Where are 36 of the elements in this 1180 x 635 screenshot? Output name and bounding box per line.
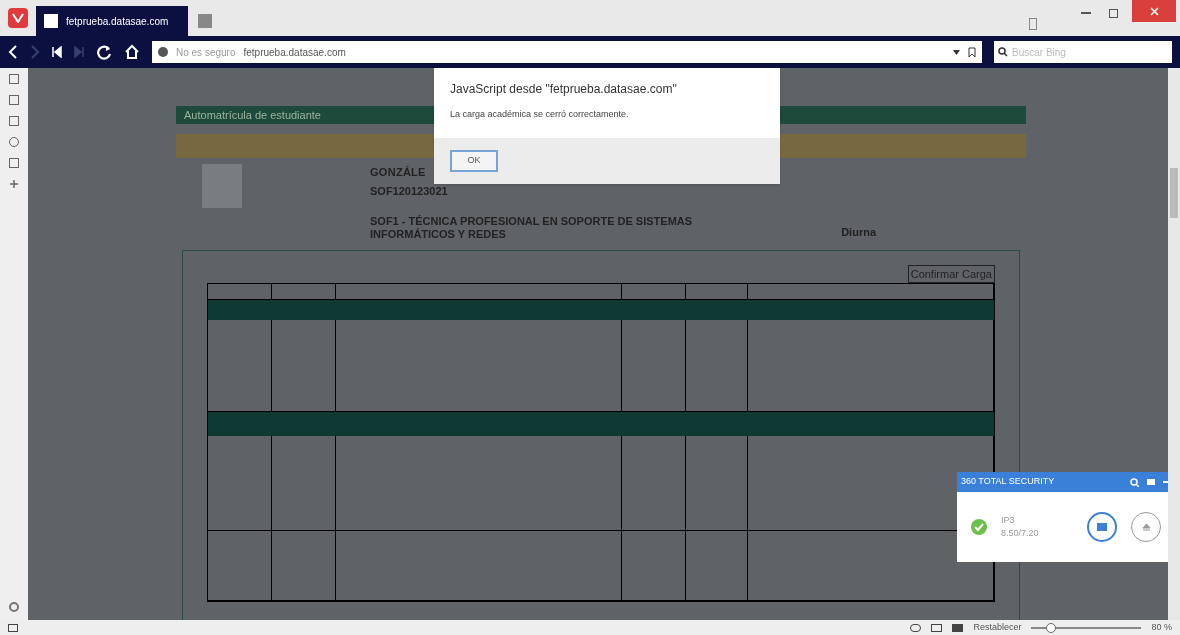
zoom-value: 80 % [1151,620,1172,634]
eject-icon [1141,523,1151,531]
widget-title: 360 TOTAL SECURITY [961,475,1056,489]
photo-placeholder [202,164,242,208]
add-panel-icon[interactable] [9,179,19,189]
item-label: IP3 [1001,513,1016,527]
search-icon[interactable] [1130,477,1139,487]
browser-tab[interactable]: fetprueba.datasae.com [36,6,188,36]
scrollbar[interactable] [1168,68,1180,620]
restore-button[interactable] [1109,9,1118,18]
dropdown-caret-icon[interactable] [953,49,960,55]
dialog-title: JavaScript desde "fetprueba.datasae.com" [450,81,678,98]
back-icon[interactable] [8,45,18,59]
ok-button[interactable]: OK [450,150,498,172]
panel-toggle-icon[interactable] [8,623,18,632]
check-circle-icon [971,519,987,535]
page-favicon-icon [44,14,58,28]
search-field[interactable]: Buscar Bing [994,41,1172,63]
rewind-icon[interactable] [52,46,62,58]
folder-button[interactable] [1087,512,1117,542]
home-icon[interactable] [124,44,140,60]
zoom-slider[interactable] [1031,622,1142,633]
program-name: SOF1 - TÉCNICA PROFESIONAL EN SOPORTE DE SISTEMAS INFORMÁTICOS Y REDES [370,215,694,241]
address-field[interactable]: No es seguro fetprueba.datasae.com [152,41,982,63]
student-code: SOF120123021 [370,183,449,199]
shift-value: Diurna [841,225,876,240]
zoom-label: Restablecer [973,620,1022,634]
dialog-message: La carga académica se cerró correctamente. [450,108,630,121]
browser-logo-icon[interactable] [8,8,28,28]
url-text: fetprueba.datasae.com [243,45,346,60]
item-value: 8.50/7.20 [1001,527,1040,540]
close-icon [1149,6,1159,16]
close-button[interactable] [1132,0,1176,22]
student-name: GONZÁLE [370,165,427,180]
security-label: No es seguro [176,45,236,60]
reload-icon[interactable] [96,44,112,60]
